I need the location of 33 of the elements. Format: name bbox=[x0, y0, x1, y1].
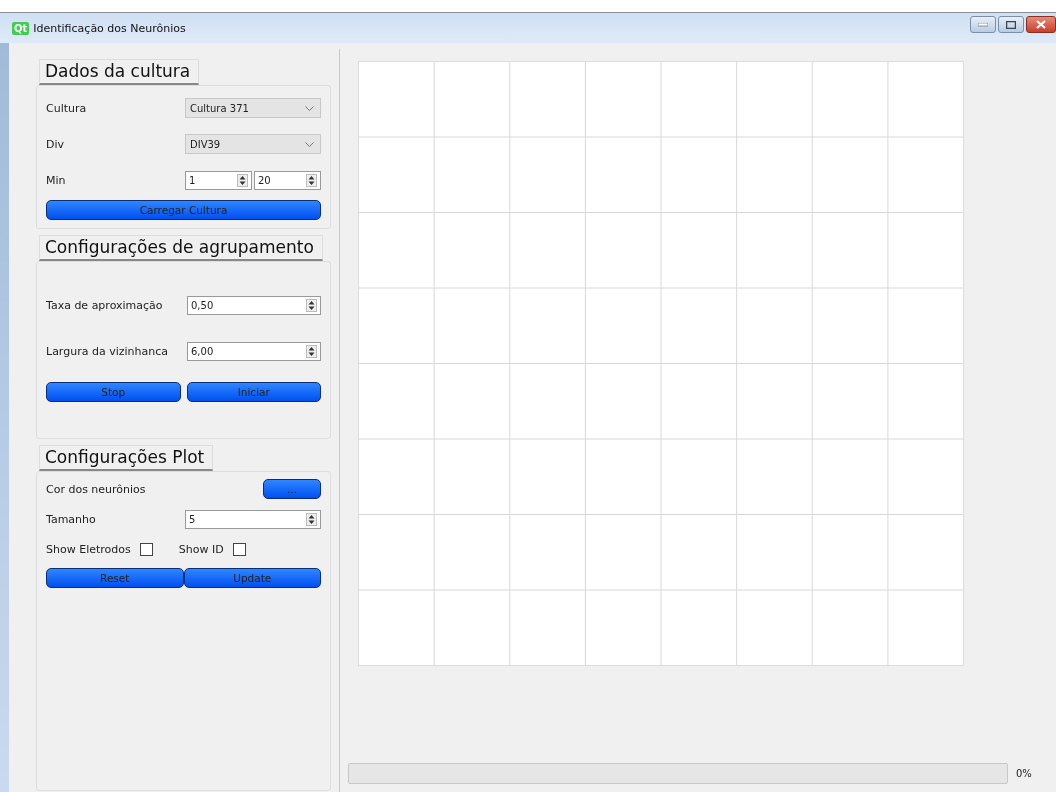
minimize-icon bbox=[978, 22, 988, 27]
spin-box[interactable]: 20 bbox=[254, 170, 321, 190]
field-label: Cultura bbox=[46, 101, 87, 115]
spin-arrows-icon bbox=[306, 512, 317, 526]
dropdown[interactable]: DIV39 bbox=[185, 134, 321, 154]
spin-box[interactable]: 1 bbox=[185, 170, 252, 190]
spin-arrows-icon bbox=[306, 344, 317, 358]
spin-box[interactable]: 5 bbox=[185, 509, 321, 529]
close-button[interactable] bbox=[1026, 16, 1056, 33]
maximize-icon bbox=[1006, 20, 1016, 29]
dropdown[interactable]: Cultura 371 bbox=[185, 98, 321, 118]
checkbox-label: Show ID bbox=[178, 542, 224, 556]
spin-box[interactable]: 0,50 bbox=[187, 295, 321, 315]
progress-text: 0% bbox=[1016, 768, 1032, 779]
spin-arrows-icon bbox=[237, 173, 248, 187]
field-label: Cor dos neurônios bbox=[46, 482, 146, 496]
field-label: Min bbox=[46, 173, 66, 187]
checkbox-label: Show Eletrodos bbox=[46, 542, 131, 556]
field-label: Taxa de aproximação bbox=[46, 298, 163, 312]
checkbox[interactable] bbox=[139, 542, 153, 556]
chevron-icon bbox=[305, 105, 314, 111]
field-label: Div bbox=[46, 137, 65, 151]
field-label: Tamanho bbox=[46, 512, 96, 526]
spin-arrows-icon bbox=[306, 173, 317, 187]
field-label: Largura da vizinhanca bbox=[46, 344, 168, 358]
chevron-icon bbox=[305, 141, 314, 147]
close-icon bbox=[1036, 20, 1046, 29]
window-title: Identificação dos Neurônios bbox=[33, 21, 186, 35]
maximize-button[interactable] bbox=[998, 16, 1024, 33]
spin-box[interactable]: 6,00 bbox=[187, 341, 321, 361]
app-logo: Qt bbox=[12, 21, 30, 35]
spin-arrows-icon bbox=[306, 298, 317, 312]
checkbox[interactable] bbox=[232, 542, 246, 556]
